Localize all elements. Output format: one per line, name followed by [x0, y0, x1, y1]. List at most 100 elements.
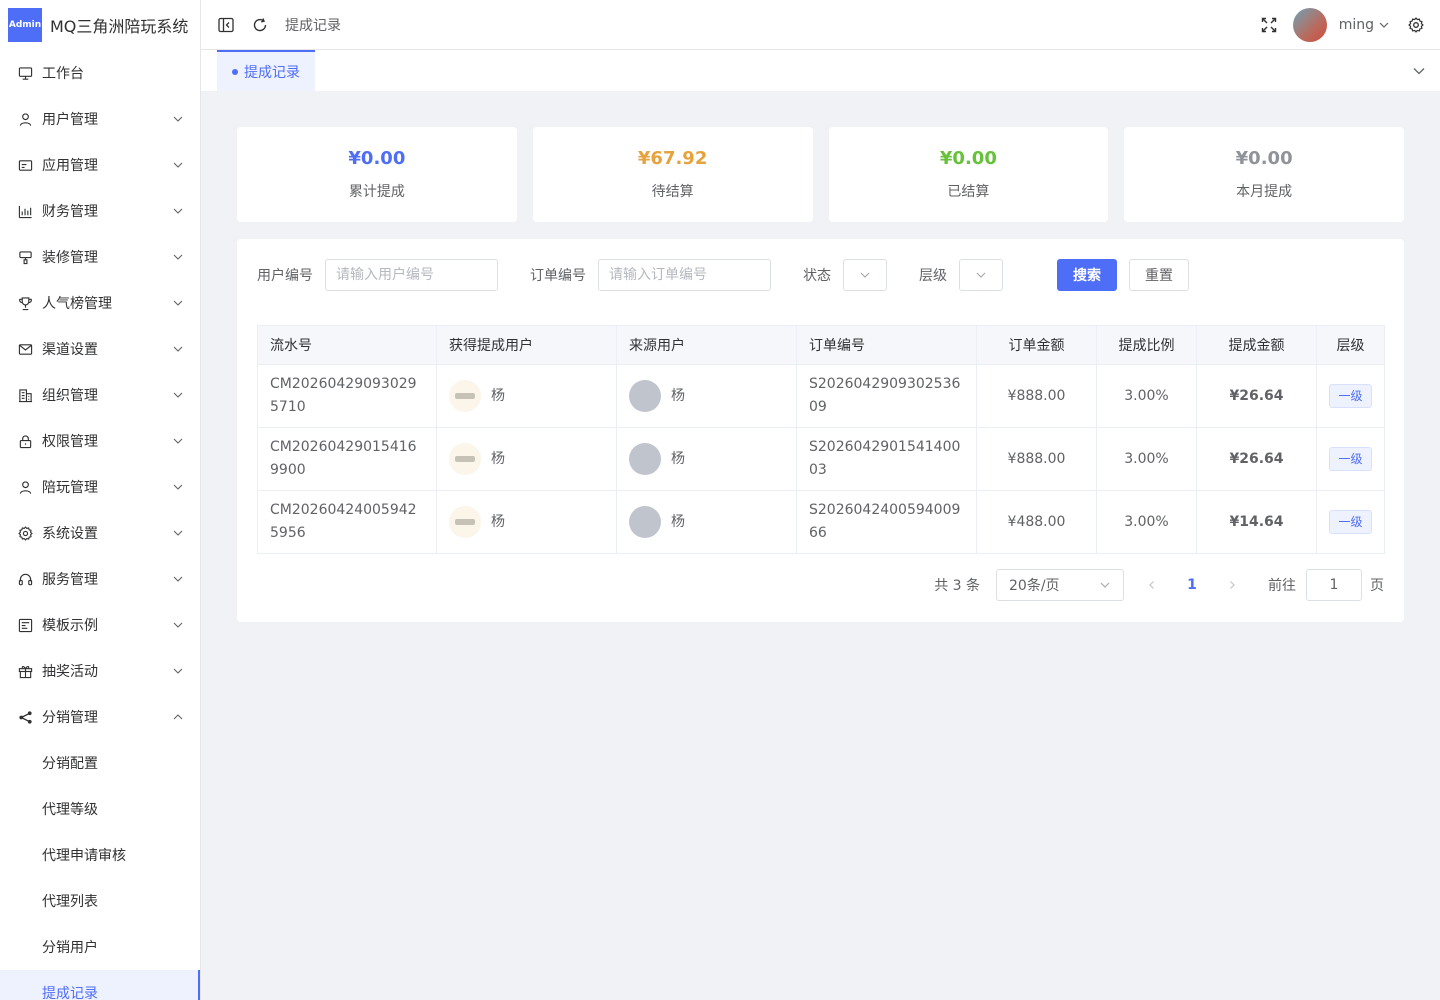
stat-card-1: ¥67.92 待结算 [532, 127, 813, 222]
stat-value: ¥0.00 [939, 148, 997, 169]
chevron-down-icon [172, 389, 184, 401]
earner-name: 杨 [491, 387, 505, 404]
cell-source: 杨 [616, 364, 797, 428]
sidebar-item-14[interactable]: 分销管理 [0, 694, 200, 740]
gift-icon [17, 663, 33, 679]
sidebar-item-1[interactable]: 用户管理 [0, 96, 200, 142]
pagination: 共 3 条 20条/页 1 前往 页 [934, 569, 1384, 601]
sidebar-subitem-1[interactable]: 代理等级 [0, 786, 200, 832]
cell-rate: 3.00% [1096, 490, 1197, 554]
sidebar-item-label: 应用管理 [42, 158, 98, 174]
sidebar-item-9[interactable]: 陪玩管理 [0, 464, 200, 510]
earner-name: 杨 [491, 450, 505, 467]
cell-order: S202604290930253609 [796, 364, 977, 428]
col-order: 订单编号 [796, 325, 977, 365]
sidebar-menu: 工作台 用户管理 应用管理 财务管理 装修管理 人气榜管理 渠道设置 组织管理 … [0, 50, 200, 1000]
sidebar-subitem-label: 分销配置 [42, 756, 98, 772]
cell-order: S202604240059400966 [796, 490, 977, 554]
source-name: 杨 [671, 387, 685, 404]
cell-commission: ¥14.64 [1196, 490, 1317, 554]
settings-gear-icon[interactable] [1408, 16, 1424, 33]
chevron-down-icon [172, 527, 184, 539]
stats-row: ¥0.00 累计提成 ¥67.92 待结算 ¥0.00 已结算 ¥0.00 本月提成 [237, 127, 1404, 222]
logo: Admin MQ三角洲陪玩系统 [0, 0, 200, 50]
sidebar-subitem-5[interactable]: 提成记录 [0, 970, 200, 1000]
user-avatar[interactable] [1292, 7, 1327, 42]
sidebar-subitem-label: 代理列表 [42, 894, 98, 910]
next-page-icon[interactable] [1220, 580, 1244, 590]
sidebar-item-label: 权限管理 [42, 434, 98, 450]
source-name: 杨 [671, 450, 685, 467]
chevron-down-icon [172, 481, 184, 493]
sidebar-subitem-0[interactable]: 分销配置 [0, 740, 200, 786]
sidebar-item-7[interactable]: 组织管理 [0, 372, 200, 418]
user-no-label: 用户编号 [257, 268, 313, 284]
cell-serial: CM202604290154169900 [257, 427, 437, 491]
col-level: 层级 [1316, 325, 1385, 365]
order-no-input[interactable] [598, 259, 771, 291]
fullscreen-icon[interactable] [1261, 17, 1277, 33]
search-button[interactable]: 搜索 [1057, 259, 1117, 291]
cell-order-amount: ¥488.00 [976, 490, 1097, 554]
stat-label: 待结算 [651, 184, 694, 200]
cell-level: 一级 [1316, 490, 1385, 554]
sidebar-item-label: 工作台 [42, 66, 84, 82]
sidebar-subitem-2[interactable]: 代理申请审核 [0, 832, 200, 878]
share-icon [17, 709, 33, 725]
table-header-row: 流水号 获得提成用户 来源用户 订单编号 订单金额 提成比例 提成金额 层级 [257, 325, 1385, 365]
reset-button[interactable]: 重置 [1129, 259, 1189, 291]
lock-icon [17, 433, 33, 449]
sidebar-subitem-3[interactable]: 代理列表 [0, 878, 200, 924]
stat-value: ¥67.92 [637, 148, 708, 169]
chevron-down-icon [172, 665, 184, 677]
page-number-current[interactable]: 1 [1180, 577, 1204, 593]
sidebar-item-12[interactable]: 模板示例 [0, 602, 200, 648]
sidebar-item-6[interactable]: 渠道设置 [0, 326, 200, 372]
sidebar-item-8[interactable]: 权限管理 [0, 418, 200, 464]
username[interactable]: ming [1339, 17, 1374, 33]
goto-page-input[interactable] [1306, 569, 1362, 601]
col-serial: 流水号 [257, 325, 437, 365]
mail-icon [17, 341, 33, 357]
prev-page-icon[interactable] [1140, 580, 1164, 590]
chevron-down-icon[interactable] [1378, 19, 1390, 31]
sidebar-item-label: 装修管理 [42, 250, 98, 266]
col-order-amount: 订单金额 [976, 325, 1097, 365]
refresh-icon[interactable] [251, 16, 269, 34]
tag-active[interactable]: 提成记录 [217, 50, 315, 91]
sidebar-item-label: 组织管理 [42, 388, 98, 404]
sidebar-item-5[interactable]: 人气榜管理 [0, 280, 200, 326]
earner-name: 杨 [491, 513, 505, 530]
sidebar-subitem-4[interactable]: 分销用户 [0, 924, 200, 970]
cell-serial: CM202604290930295710 [257, 364, 437, 428]
collapse-sidebar-icon[interactable] [217, 16, 235, 34]
sidebar-item-label: 人气榜管理 [42, 296, 112, 312]
goto-label: 前往 [1268, 578, 1296, 594]
user-no-input[interactable] [325, 259, 498, 291]
sidebar-item-11[interactable]: 服务管理 [0, 556, 200, 602]
chevron-down-icon [172, 573, 184, 585]
sidebar-item-13[interactable]: 抽奖活动 [0, 648, 200, 694]
stat-card-2: ¥0.00 已结算 [828, 127, 1109, 222]
source-name: 杨 [671, 513, 685, 530]
chevron-down-icon [976, 272, 986, 278]
chevron-down-icon [172, 251, 184, 263]
level-select[interactable] [959, 259, 1003, 291]
sidebar-item-label: 分销管理 [42, 710, 98, 726]
cell-earner: 杨 [436, 364, 617, 428]
page-size-select[interactable]: 20条/页 [996, 569, 1124, 601]
cell-serial: CM202604240059425956 [257, 490, 437, 554]
sidebar-item-label: 抽奖活动 [42, 664, 98, 680]
sidebar-item-2[interactable]: 应用管理 [0, 142, 200, 188]
chevron-down-icon [860, 272, 870, 278]
breadcrumb[interactable]: 提成记录 [285, 15, 341, 35]
gear-icon [17, 525, 33, 541]
sidebar-item-10[interactable]: 系统设置 [0, 510, 200, 556]
cell-level: 一级 [1316, 427, 1385, 491]
sidebar-item-4[interactable]: 装修管理 [0, 234, 200, 280]
cell-earner: 杨 [436, 427, 617, 491]
tags-more-chevron-icon[interactable] [1412, 64, 1426, 82]
sidebar-item-0[interactable]: 工作台 [0, 50, 200, 96]
status-select[interactable] [843, 259, 887, 291]
sidebar-item-3[interactable]: 财务管理 [0, 188, 200, 234]
